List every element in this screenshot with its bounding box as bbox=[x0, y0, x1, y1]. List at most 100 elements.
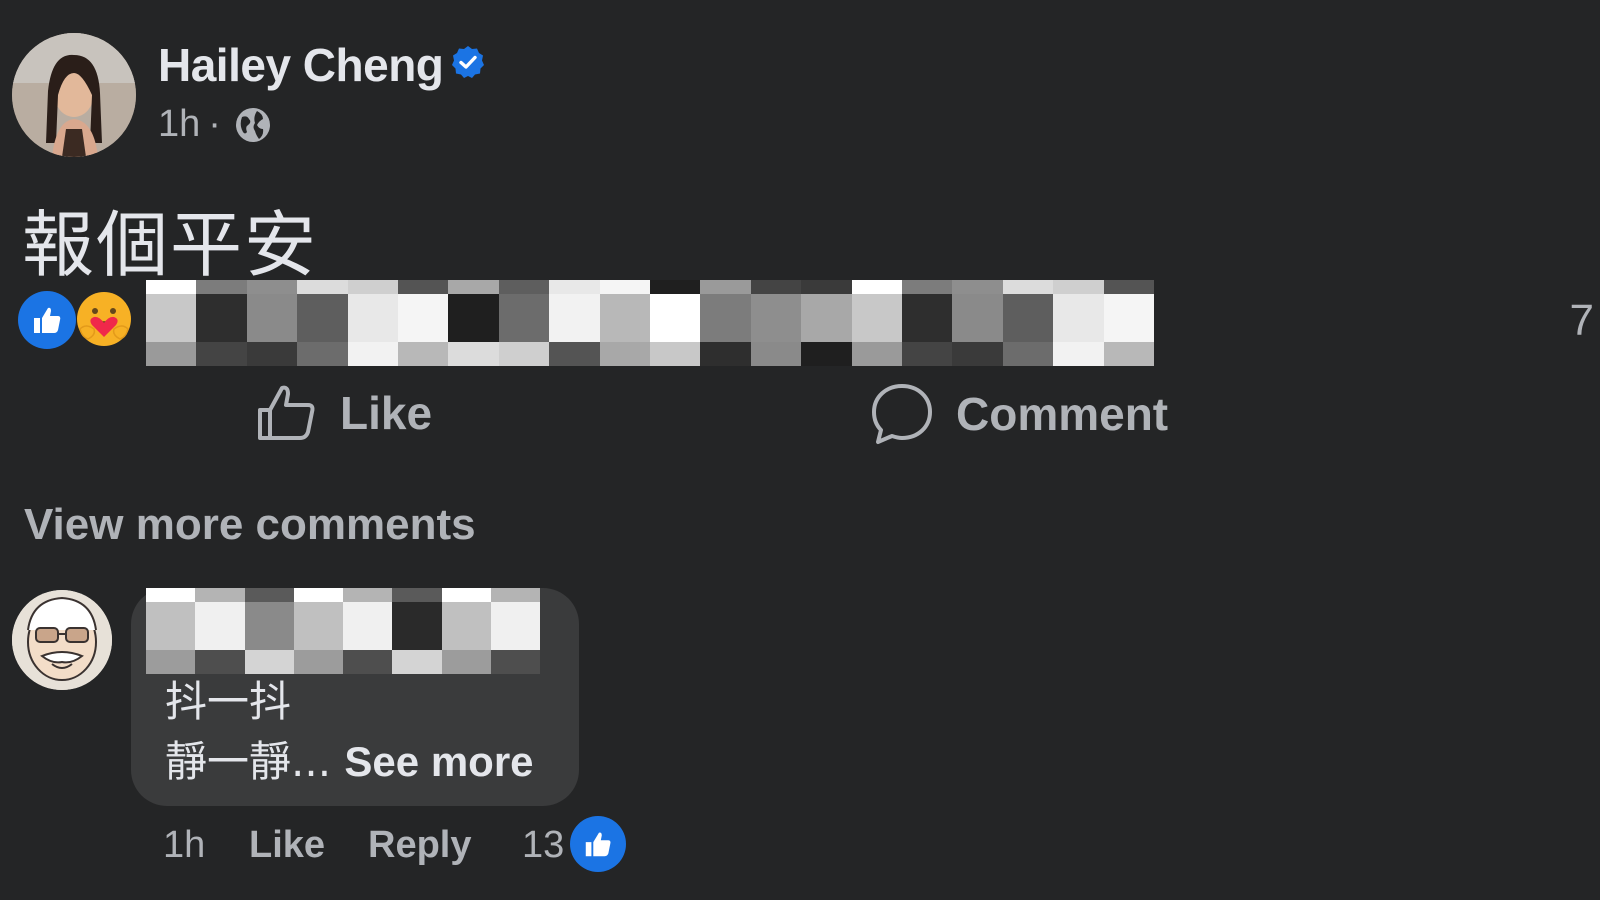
comment-text-line1: 抖一抖 bbox=[165, 677, 292, 726]
reaction-count[interactable]: 7 bbox=[1570, 296, 1594, 346]
thumbs-up-icon bbox=[258, 385, 315, 440]
censored-reactor-names[interactable] bbox=[146, 280, 1154, 366]
mosaic-cell bbox=[146, 588, 196, 602]
mosaic-cell bbox=[1053, 342, 1104, 366]
mosaic-cell bbox=[196, 342, 247, 366]
mosaic-cell bbox=[599, 294, 650, 342]
mosaic-cell bbox=[1103, 294, 1154, 342]
mosaic-cell bbox=[392, 588, 442, 602]
mosaic-cell bbox=[902, 342, 953, 366]
mosaic-cell bbox=[1053, 294, 1104, 342]
mosaic-cell bbox=[392, 650, 442, 674]
mosaic-cell bbox=[343, 650, 393, 674]
commenter-avatar[interactable] bbox=[12, 590, 112, 690]
mosaic-cell bbox=[244, 588, 294, 602]
mosaic-cell bbox=[902, 280, 953, 294]
mosaic-cell bbox=[246, 294, 298, 342]
mosaic-cell bbox=[549, 342, 600, 366]
post-text: 報個平安 bbox=[22, 203, 319, 287]
mosaic-cell bbox=[343, 588, 393, 602]
mosaic-cell bbox=[441, 602, 491, 650]
mosaic-cell bbox=[392, 602, 442, 650]
globe-icon[interactable] bbox=[233, 105, 273, 145]
mosaic-cell bbox=[650, 280, 701, 294]
mosaic-cell bbox=[952, 294, 1003, 342]
mosaic-cell bbox=[549, 280, 600, 294]
author-avatar[interactable] bbox=[12, 33, 136, 157]
mosaic-cell bbox=[347, 342, 398, 366]
mosaic-cell bbox=[293, 588, 343, 602]
mosaic-cell bbox=[448, 342, 499, 366]
mosaic-cell bbox=[700, 294, 751, 342]
mosaic-cell bbox=[750, 342, 802, 366]
mosaic-cell bbox=[146, 280, 197, 294]
mosaic-cell bbox=[293, 650, 343, 674]
mosaic-cell bbox=[549, 294, 600, 342]
mosaic-cell bbox=[650, 294, 701, 342]
censored-commenter-name[interactable] bbox=[146, 588, 540, 674]
mosaic-cell bbox=[650, 342, 701, 366]
speech-bubble-icon bbox=[872, 384, 932, 444]
mosaic-cell bbox=[1002, 294, 1054, 342]
facebook-post: Hailey Cheng 1h · 報個平安 7 Like Comment Vi… bbox=[0, 0, 1600, 900]
mosaic-cell bbox=[1053, 280, 1104, 294]
comment-button[interactable]: Comment bbox=[870, 382, 1168, 446]
care-reaction-icon[interactable] bbox=[74, 289, 134, 349]
mosaic-cell bbox=[1103, 342, 1154, 366]
comment-time[interactable]: 1h bbox=[163, 824, 205, 867]
mosaic-cell bbox=[801, 280, 852, 294]
view-more-comments-link[interactable]: View more comments bbox=[24, 500, 476, 550]
mosaic-cell bbox=[195, 602, 245, 650]
author-name[interactable]: Hailey Cheng bbox=[158, 38, 444, 92]
mosaic-cell bbox=[347, 280, 398, 294]
comment-like-reaction-icon[interactable] bbox=[570, 816, 626, 872]
mosaic-cell bbox=[750, 280, 802, 294]
mosaic-cell bbox=[347, 294, 398, 342]
mosaic-cell bbox=[448, 294, 499, 342]
mosaic-cell bbox=[398, 342, 449, 366]
mosaic-cell bbox=[490, 588, 540, 602]
like-button[interactable]: Like bbox=[256, 382, 432, 444]
mosaic-cell bbox=[297, 294, 348, 342]
mosaic-cell bbox=[599, 280, 650, 294]
meta-separator: · bbox=[208, 103, 221, 145]
mosaic-cell bbox=[1103, 280, 1154, 294]
mosaic-cell bbox=[398, 280, 449, 294]
mosaic-cell bbox=[196, 294, 247, 342]
comment-reply-button[interactable]: Reply bbox=[368, 824, 471, 867]
mosaic-cell bbox=[498, 294, 550, 342]
like-reaction-icon[interactable] bbox=[18, 291, 76, 349]
comment-like-count[interactable]: 13 bbox=[522, 824, 564, 867]
post-time[interactable]: 1h bbox=[158, 103, 200, 146]
mosaic-cell bbox=[441, 588, 491, 602]
mosaic-cell bbox=[599, 342, 650, 366]
see-more-link[interactable]: See more bbox=[344, 738, 533, 785]
mosaic-cell bbox=[246, 280, 298, 294]
mosaic-cell bbox=[1002, 280, 1054, 294]
post-meta: 1h · bbox=[158, 103, 273, 146]
comment-text-line2: 靜一靜... See more bbox=[165, 728, 534, 789]
verified-badge-icon bbox=[452, 46, 484, 78]
mosaic-cell bbox=[343, 602, 393, 650]
mosaic-cell bbox=[195, 588, 245, 602]
mosaic-cell bbox=[490, 650, 540, 674]
mosaic-cell bbox=[801, 294, 852, 342]
mosaic-cell bbox=[146, 342, 197, 366]
mosaic-cell bbox=[498, 280, 550, 294]
mosaic-cell bbox=[297, 342, 348, 366]
mosaic-cell bbox=[750, 294, 802, 342]
mosaic-cell bbox=[490, 602, 540, 650]
mosaic-cell bbox=[801, 342, 852, 366]
comment-like-button[interactable]: Like bbox=[249, 824, 325, 867]
mosaic-cell bbox=[398, 294, 449, 342]
mosaic-cell bbox=[246, 342, 298, 366]
comment-button-label: Comment bbox=[956, 388, 1169, 440]
mosaic-cell bbox=[700, 280, 751, 294]
mosaic-cell bbox=[244, 602, 294, 650]
mosaic-cell bbox=[851, 294, 902, 342]
mosaic-cell bbox=[293, 602, 343, 650]
mosaic-cell bbox=[902, 294, 953, 342]
mosaic-cell bbox=[851, 342, 902, 366]
mosaic-cell bbox=[146, 294, 197, 342]
mosaic-cell bbox=[448, 280, 499, 294]
